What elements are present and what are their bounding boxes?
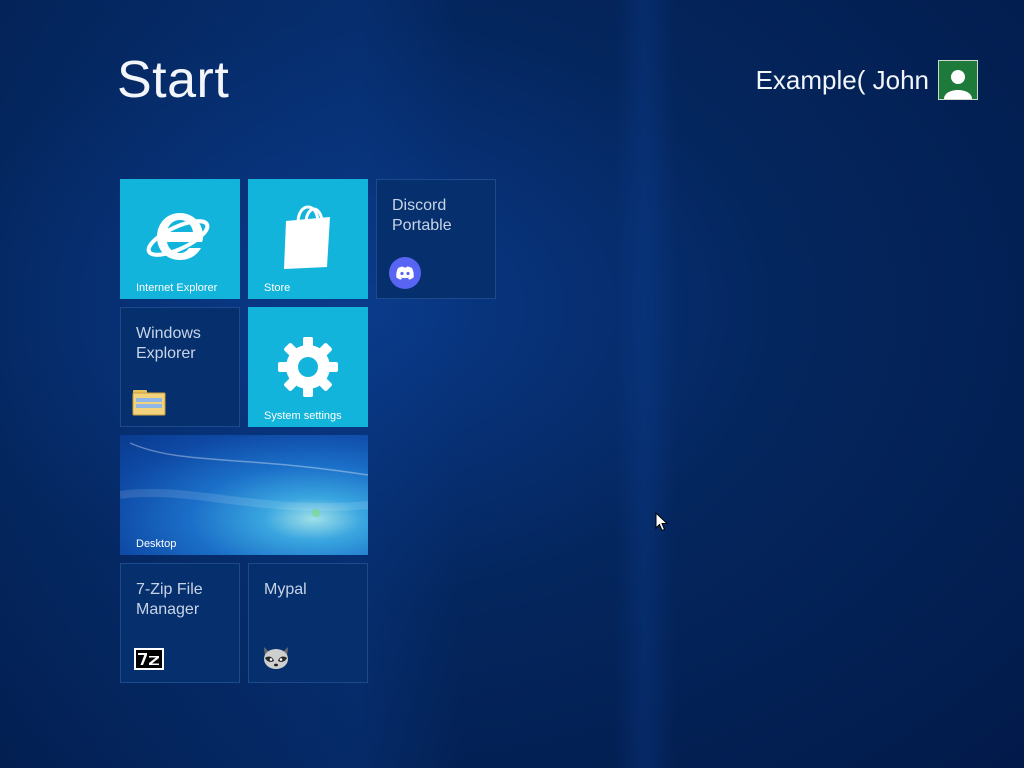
tile-label: Internet Explorer [136, 282, 218, 294]
shopping-bag-icon [248, 203, 368, 273]
tile-title: Mypal [264, 581, 307, 598]
internet-explorer-icon [120, 201, 240, 271]
folder-icon [132, 387, 166, 422]
tile-label: Desktop [136, 538, 177, 550]
tile-7zip-file-manager[interactable]: 7-Zip File Manager [120, 563, 240, 683]
tile-windows-explorer[interactable]: Windows Explorer [120, 307, 240, 427]
raccoon-icon [261, 643, 291, 676]
start-title: Start [117, 51, 230, 109]
tile-label: System settings [264, 410, 342, 422]
tile-title: Discord Portable [392, 197, 452, 234]
tile-store[interactable]: Store [248, 179, 368, 299]
tile-title: 7-Zip File Manager [136, 581, 203, 618]
tile-label: Store [264, 282, 291, 294]
tile-title: Windows Explorer [136, 325, 201, 362]
mouse-cursor-icon [655, 511, 669, 537]
gear-icon [248, 335, 368, 399]
discord-icon [389, 257, 421, 294]
tile-discord-portable[interactable]: Discord Portable [376, 179, 496, 299]
user-avatar-icon[interactable] [938, 60, 978, 100]
tile-system-settings[interactable]: System settings [248, 307, 368, 427]
tile-internet-explorer[interactable]: Internet Explorer [120, 179, 240, 299]
tile-mypal[interactable]: Mypal [248, 563, 368, 683]
user-name[interactable]: Example( John [756, 65, 929, 96]
7zip-icon [134, 648, 164, 675]
desktop-wallpaper-swirl [120, 442, 368, 517]
user-account[interactable]: Example( John [756, 60, 978, 100]
tile-desktop[interactable]: Desktop [120, 435, 368, 555]
